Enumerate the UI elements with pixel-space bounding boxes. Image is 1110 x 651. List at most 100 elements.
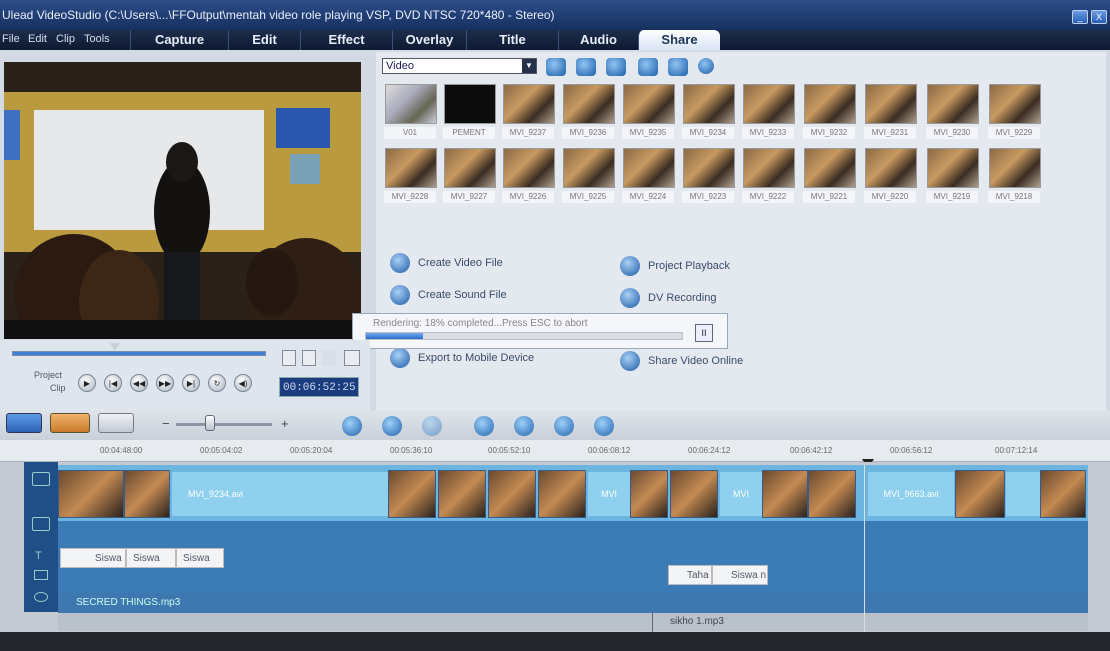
video-clip[interactable] <box>488 470 536 518</box>
video-clip[interactable] <box>955 470 1005 518</box>
video-clip[interactable] <box>808 470 856 518</box>
transition-clip[interactable] <box>1006 472 1040 516</box>
library-thumb[interactable]: MVI_9230 <box>926 84 979 144</box>
ripple-edit-icon[interactable] <box>554 416 574 436</box>
track-manager-icon[interactable] <box>474 416 494 436</box>
video-clip[interactable] <box>388 470 436 518</box>
previous-frame-button[interactable]: ◀◀ <box>130 374 148 392</box>
pause-render-button[interactable]: II <box>695 324 713 342</box>
menu-file[interactable]: File <box>2 33 20 45</box>
title-clip[interactable]: Siswa n <box>712 565 768 585</box>
library-thumb[interactable]: MVI_9226 <box>502 148 555 208</box>
library-thumb[interactable]: MVI_9223 <box>682 148 735 208</box>
library-thumb[interactable]: MVI_9237 <box>502 84 555 144</box>
create-sound-file-option[interactable]: Create Sound File <box>390 285 507 307</box>
library-thumb[interactable]: MVI_9228 <box>384 148 437 208</box>
tab-share[interactable]: Share <box>638 30 720 50</box>
view-icon[interactable] <box>668 58 688 76</box>
voice-track[interactable]: sikho 1.mp3 <box>58 613 1088 631</box>
library-thumb[interactable]: MVI_9225 <box>562 148 615 208</box>
mark-in-button[interactable] <box>282 350 296 366</box>
zoom-slider-handle[interactable] <box>205 415 215 431</box>
dv-recording-option[interactable]: DV Recording <box>620 288 716 310</box>
title-clip[interactable]: Taha <box>668 565 712 585</box>
timecode-display[interactable]: 00:06:52:25 <box>279 377 359 397</box>
video-clip[interactable] <box>1040 470 1086 518</box>
project-mode-label[interactable]: Project <box>34 370 62 380</box>
sort-icon[interactable] <box>576 58 596 76</box>
mixer-icon[interactable] <box>382 416 402 436</box>
library-thumb[interactable]: MVI_9232 <box>803 84 856 144</box>
library-folder-select[interactable]: Video ▼ <box>382 58 537 74</box>
audio-view-button[interactable] <box>98 413 134 433</box>
open-folder-icon[interactable] <box>546 58 566 76</box>
mark-out-button[interactable] <box>302 350 316 366</box>
next-frame-button[interactable]: ▶▶ <box>156 374 174 392</box>
video-clip[interactable] <box>58 470 124 518</box>
library-thumb[interactable]: MVI_9235 <box>622 84 675 144</box>
clip-mode-label[interactable]: Clip <box>50 383 66 393</box>
tab-title[interactable]: Title <box>466 30 558 50</box>
video-clip[interactable] <box>670 470 718 518</box>
tab-capture[interactable]: Capture <box>130 30 228 50</box>
music-track[interactable]: SECRED THINGS.mp3 <box>58 593 1088 613</box>
tab-effect[interactable]: Effect <box>300 30 392 50</box>
library-thumb[interactable]: MVI_9236 <box>562 84 615 144</box>
video-clip[interactable] <box>762 470 808 518</box>
create-video-file-option[interactable]: Create Video File <box>390 253 503 275</box>
transition-clip[interactable]: MVI_9234.avi <box>172 472 388 516</box>
library-thumb[interactable]: MVI_9218 <box>988 148 1041 208</box>
library-thumb[interactable]: MVI_9221 <box>803 148 856 208</box>
title-clip[interactable]: Siswa <box>176 548 224 568</box>
transition-clip[interactable]: MVI <box>720 472 762 516</box>
project-playback-option[interactable]: Project Playback <box>620 256 730 278</box>
home-button[interactable]: |◀ <box>104 374 122 392</box>
refresh-icon[interactable] <box>638 58 658 76</box>
timeline-view-button[interactable] <box>50 413 90 433</box>
scrubber-bar[interactable] <box>12 351 266 356</box>
library-thumb[interactable]: PEMENT <box>443 84 496 144</box>
timeline-ruler[interactable] <box>0 440 1110 462</box>
video-clip[interactable] <box>438 470 486 518</box>
video-clip[interactable] <box>538 470 586 518</box>
play-button[interactable]: ▶ <box>78 374 96 392</box>
library-thumb[interactable]: MVI_9224 <box>622 148 675 208</box>
expand-icon[interactable] <box>698 58 714 74</box>
auto-music-icon[interactable] <box>422 416 442 436</box>
share-video-online-option[interactable]: Share Video Online <box>620 351 743 373</box>
chevron-down-icon[interactable]: ▼ <box>522 59 536 73</box>
zoom-in-icon[interactable]: + <box>281 416 289 431</box>
library-thumb[interactable]: MVI_9227 <box>443 148 496 208</box>
library-manager-icon[interactable] <box>606 58 626 76</box>
scissors-icon[interactable] <box>322 350 336 366</box>
library-thumb[interactable]: MVI_9219 <box>926 148 979 208</box>
library-thumb[interactable]: MVI_9233 <box>742 84 795 144</box>
minimize-button[interactable]: _ <box>1072 10 1088 24</box>
library-thumb[interactable]: MVI_9222 <box>742 148 795 208</box>
smart-proxy-icon[interactable] <box>594 416 614 436</box>
export-mobile-option[interactable]: Export to Mobile Device <box>390 348 534 370</box>
title-clip[interactable]: Siswa <box>126 548 176 568</box>
library-thumb[interactable]: MVI_9231 <box>864 84 917 144</box>
chapter-point-icon[interactable] <box>514 416 534 436</box>
record-capture-icon[interactable] <box>342 416 362 436</box>
title-clip[interactable]: Siswa <box>60 548 126 568</box>
library-thumb[interactable]: V01 <box>384 84 437 144</box>
volume-button[interactable]: ◀) <box>234 374 252 392</box>
tab-overlay[interactable]: Overlay <box>392 30 466 50</box>
library-thumb[interactable]: MVI_9220 <box>864 148 917 208</box>
enlarge-icon[interactable] <box>344 350 360 366</box>
library-thumb[interactable]: MVI_9234 <box>682 84 735 144</box>
menu-edit[interactable]: Edit <box>28 33 47 45</box>
tab-edit[interactable]: Edit <box>228 30 300 50</box>
storyboard-view-button[interactable] <box>6 413 42 433</box>
zoom-slider[interactable] <box>176 423 272 426</box>
video-clip[interactable] <box>124 470 170 518</box>
repeat-button[interactable]: ↻ <box>208 374 226 392</box>
library-thumb[interactable]: MVI_9229 <box>988 84 1041 144</box>
video-clip[interactable] <box>630 470 668 518</box>
menu-clip[interactable]: Clip <box>56 33 75 45</box>
tab-audio[interactable]: Audio <box>558 30 638 50</box>
zoom-out-icon[interactable]: − <box>162 416 170 431</box>
end-button[interactable]: ▶| <box>182 374 200 392</box>
